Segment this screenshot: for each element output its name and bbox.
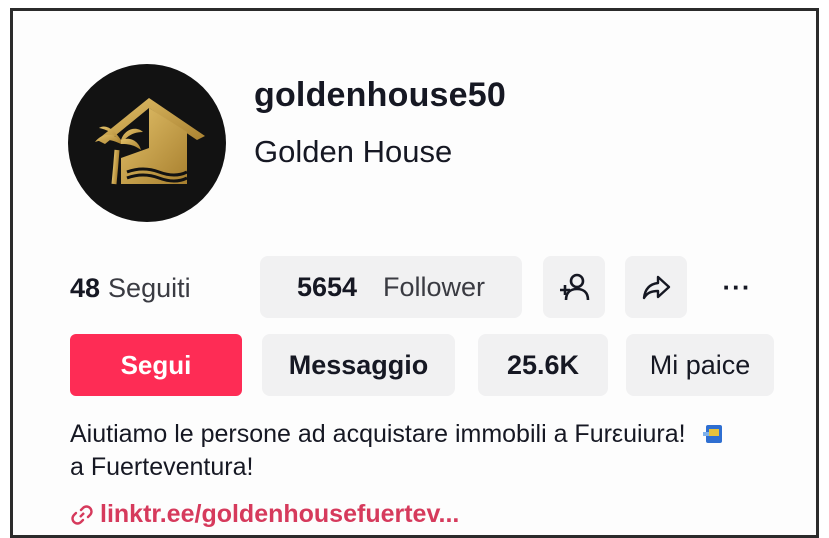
follower-count: 5654 <box>296 271 358 302</box>
flag-emoji-icon <box>702 425 722 443</box>
message-button[interactable]: Messaggio <box>262 334 455 396</box>
golden-house-logo-icon <box>95 98 205 185</box>
more-options-button[interactable]: ··· <box>706 256 768 318</box>
follow-button[interactable]: Segui <box>70 334 242 396</box>
share-arrow-icon <box>642 275 671 300</box>
following-count: 48 <box>70 272 101 303</box>
profile-bio: Aiutiamo le persone ad acquistare immobi… <box>70 418 810 484</box>
likes-stat: 25.6K <box>478 334 608 396</box>
add-friend-button[interactable] <box>543 256 605 318</box>
profile-display-name: Golden House <box>254 134 453 169</box>
message-label: Messaggio <box>288 349 429 380</box>
likes-label-pill: Mi paice <box>626 334 774 396</box>
likes-label: Mi paice <box>649 349 751 380</box>
avatar[interactable] <box>68 64 226 222</box>
profile-handle: goldenhouse50 <box>254 76 506 114</box>
share-button[interactable] <box>625 256 687 318</box>
bio-line-2: a Fuerteventura! <box>70 453 254 481</box>
add-friend-icon <box>560 273 590 301</box>
following-stat[interactable]: 48 Seguiti <box>70 268 191 308</box>
link-icon <box>71 504 93 525</box>
profile-link-text: linktr.ee/goldenhousefuertev... <box>100 500 460 528</box>
follower-stat[interactable]: 5654 Follower <box>260 256 522 318</box>
profile-link[interactable]: linktr.ee/goldenhousefuertev... <box>70 500 459 529</box>
likes-count: 25.6K <box>506 349 580 380</box>
bio-line-1: Aiutiamo le persone ad acquistare immobi… <box>70 420 686 448</box>
follower-label: Follower <box>383 271 486 302</box>
following-label: Seguiti <box>108 272 191 303</box>
